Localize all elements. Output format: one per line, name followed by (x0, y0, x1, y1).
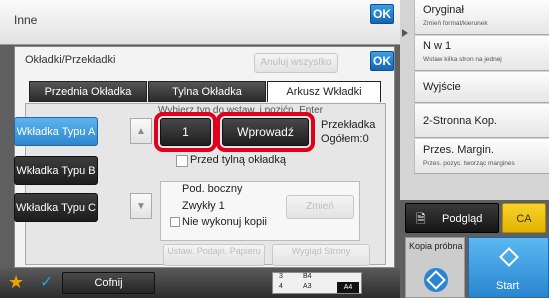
top-ok-button[interactable]: OK (370, 4, 394, 24)
total-value: Ogółem:0 (321, 133, 369, 145)
ca-button[interactable]: CA (502, 203, 546, 233)
start-label: Start (496, 280, 520, 292)
dialog-ok-button[interactable]: OK (370, 51, 394, 71)
tray-number: 4 (279, 283, 283, 290)
screen-title: Inne (14, 13, 38, 27)
no-copy-checkbox[interactable] (170, 217, 180, 227)
setting-margin-shift[interactable]: Przes. Margin. Przes. pozyc. tworząc mar… (414, 139, 549, 174)
tab-back-cover[interactable]: Tylna Okładka (148, 81, 266, 102)
active-paper-size: A4 (337, 282, 359, 293)
setting-label: Oryginał (423, 4, 464, 16)
total-label: Przekładka (321, 119, 376, 131)
preview-icon: 🗎 (416, 212, 426, 226)
cancel-all-button[interactable]: Anuluj wszystko (254, 53, 338, 73)
tray-number: 3 (279, 273, 283, 280)
set-paper-feed-button[interactable]: Ustaw. Podajn. Papieru (163, 244, 265, 266)
setting-label: N w 1 (423, 40, 452, 52)
setting-sublabel: Przes. pozyc. tworząc margines (423, 160, 515, 167)
insert-type-a-button[interactable]: Wkładka Typu A (14, 117, 98, 146)
setting-duplex[interactable]: 2-Stronna Kop. (414, 104, 549, 138)
top-bar: Inne (0, 0, 400, 45)
page-layout-button[interactable]: Wygląd Strony (272, 244, 370, 266)
start-icon (499, 247, 519, 267)
sample-copy-label: Kopia próbna (409, 241, 463, 251)
tray-size: B4 (303, 273, 312, 280)
tab-insert-sheet[interactable]: Arkusz Wkładki (267, 81, 381, 102)
sample-start-icon (424, 268, 448, 292)
start-button[interactable]: Start (468, 237, 549, 298)
insert-type-b-button[interactable]: Wkładka Typu B (14, 156, 98, 185)
setting-label: Przes. Margin. (423, 144, 494, 156)
feed-label: Pod. boczny (182, 183, 243, 195)
sample-copy-button[interactable]: Kopia próbna (405, 237, 465, 298)
increment-icon[interactable]: ▲ (130, 118, 152, 144)
insert-type-c-button[interactable]: Wkładka Typu C (14, 193, 98, 222)
no-copy-label: Nie wykonuj kopii (182, 216, 267, 228)
decrement-icon[interactable]: ▼ (130, 193, 152, 219)
tray-size: A3 (303, 283, 312, 290)
paper-tray-indicator: 3 B4 4 A3 A4 (272, 272, 362, 294)
check-icon[interactable]: ✓ (40, 272, 53, 292)
setting-sublabel: Wstaw kilka stron na jednej (423, 56, 502, 63)
setting-label: 2-Stronna Kop. (423, 115, 497, 127)
setting-n-in-1[interactable]: N w 1 Wstaw kilka stron na jednej (414, 36, 549, 71)
before-back-cover-label: Przed tylną okładką (190, 154, 286, 166)
preview-button[interactable]: 🗎 Podgląd (405, 203, 499, 233)
play-icon (402, 29, 408, 37)
setting-output[interactable]: Wyjście (414, 72, 549, 103)
page-number-field[interactable]: 1 (160, 118, 211, 146)
before-back-cover-checkbox[interactable] (176, 155, 188, 167)
tab-front-cover[interactable]: Przednia Okładka (29, 81, 147, 102)
enter-button[interactable]: Wprowadź (222, 118, 309, 146)
setting-original[interactable]: Oryginał Zmień format/kierunek (414, 0, 549, 35)
back-button[interactable]: Cofnij (62, 272, 155, 294)
change-button[interactable]: Zmień (286, 195, 354, 219)
dialog-title: Okładki/Przekładki (25, 54, 116, 66)
preview-label: Podgląd (442, 213, 483, 225)
star-icon[interactable]: ★ (8, 272, 24, 293)
setting-label: Wyjście (423, 81, 461, 93)
paper-type-label: Zwykły 1 (182, 200, 225, 212)
setting-sublabel: Zmień format/kierunek (423, 20, 488, 27)
